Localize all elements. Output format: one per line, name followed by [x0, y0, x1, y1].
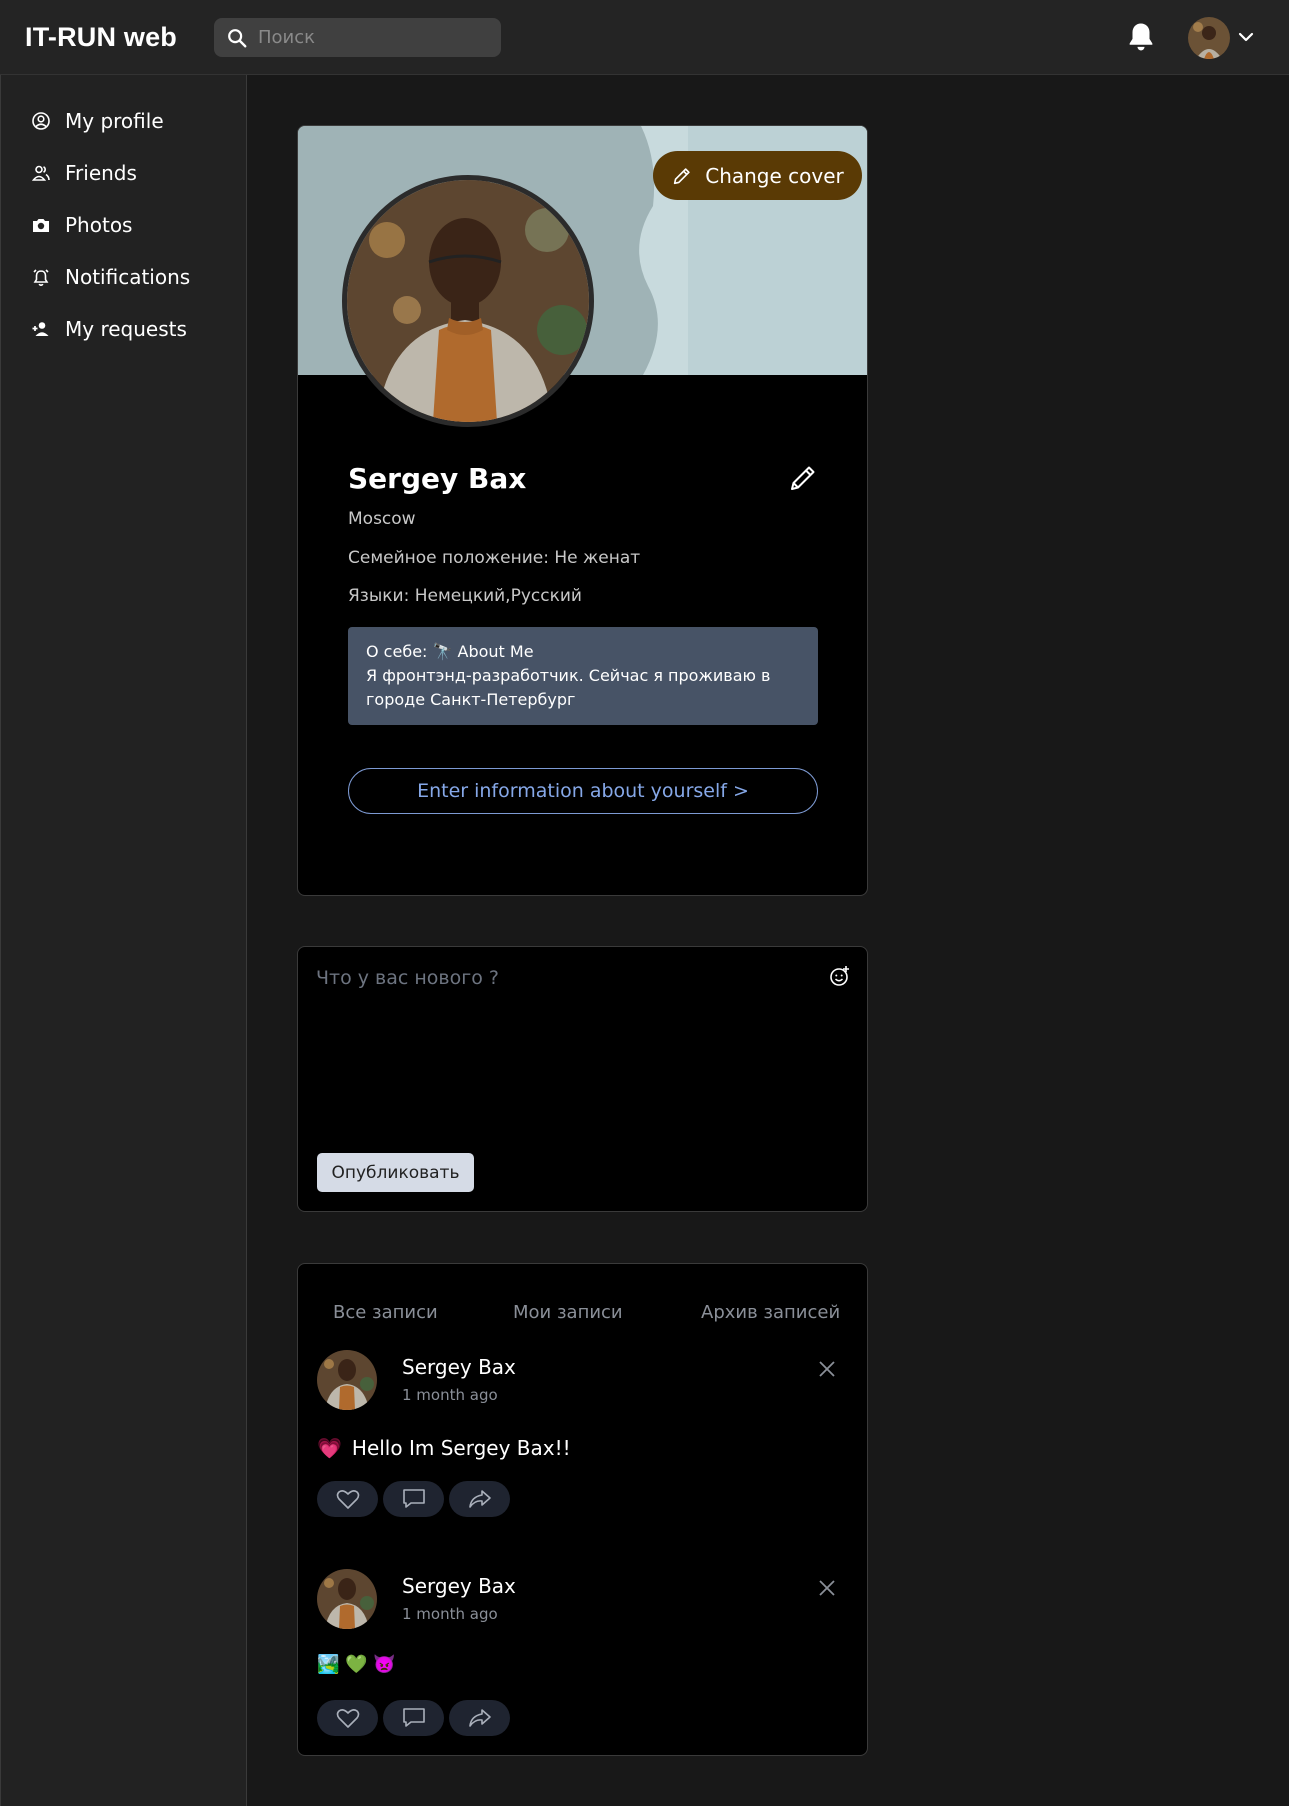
comment-icon: [402, 1708, 425, 1727]
sidebar-item-label: Notifications: [65, 265, 191, 289]
alarm-icon: [33, 269, 49, 286]
post-text: Hello Im Sergey Bax!!: [351, 1436, 571, 1460]
sidebar-item-label: My profile: [65, 109, 164, 133]
chevron-down-icon[interactable]: [1236, 27, 1256, 47]
sidebar-item-photos[interactable]: Photos: [31, 210, 132, 240]
app-logo[interactable]: IT-RUN web: [25, 22, 177, 53]
post-author-name[interactable]: Sergey Bax: [402, 1574, 516, 1598]
profile-languages: Языки: Немецкий,Русский: [348, 586, 582, 606]
post-content: 🏞️ 💚 👿: [317, 1654, 396, 1675]
profile-name: Sergey Bax: [348, 462, 527, 495]
search-icon: [228, 28, 247, 47]
comment-button[interactable]: [383, 1481, 444, 1517]
close-icon[interactable]: [817, 1359, 837, 1379]
sidebar-item-notifications[interactable]: Notifications: [31, 262, 190, 292]
about-box: О себе: 🔭 About Me Я фронтэнд-разработчи…: [348, 627, 818, 725]
profile-avatar[interactable]: [342, 175, 594, 427]
post-emoji: 💗: [317, 1436, 342, 1460]
emoji-add-icon[interactable]: [829, 965, 851, 987]
profile-card: Change cover Sergey Bax Moscow Семейное …: [297, 125, 868, 896]
sidebar: My profile Friends Photos Notifications: [0, 75, 247, 1806]
heart-icon: [336, 1490, 359, 1509]
enter-info-button[interactable]: Enter information about yourself >: [348, 768, 818, 814]
camera-icon: [33, 219, 49, 232]
share-icon: [468, 1490, 491, 1508]
user-circle-icon: [32, 112, 50, 130]
posts-feed: Все записи Мои записи Архив записей Serg…: [297, 1263, 868, 1756]
profile-city: Moscow: [348, 509, 416, 529]
sidebar-item-my-profile[interactable]: My profile: [31, 106, 164, 136]
post-timestamp: 1 month ago: [402, 1605, 498, 1623]
edit-pencil-icon[interactable]: [787, 462, 819, 494]
profile-marital-status: Семейное положение: Не женат: [348, 548, 641, 568]
post-emoji: 🏞️ 💚 👿: [317, 1654, 396, 1675]
heart-icon: [336, 1709, 359, 1728]
sidebar-item-label: My requests: [65, 317, 187, 341]
post-author-avatar[interactable]: [317, 1569, 377, 1629]
sidebar-item-label: Friends: [65, 161, 137, 185]
comment-button[interactable]: [383, 1700, 444, 1736]
tab-my-posts[interactable]: Мои записи: [513, 1302, 623, 1323]
like-button[interactable]: [317, 1700, 378, 1736]
comment-icon: [402, 1489, 425, 1508]
post-timestamp: 1 month ago: [402, 1386, 498, 1404]
change-cover-button[interactable]: Change cover: [653, 151, 862, 200]
like-button[interactable]: [317, 1481, 378, 1517]
post-content: 💗 Hello Im Sergey Bax!!: [317, 1436, 571, 1460]
post-composer[interactable]: Что у вас нового ? Опубликовать: [297, 946, 868, 1212]
search-box[interactable]: [214, 18, 501, 57]
about-title: О себе: 🔭 About Me: [366, 642, 534, 661]
share-icon: [468, 1709, 491, 1727]
sidebar-item-my-requests[interactable]: My requests: [31, 314, 187, 344]
search-input[interactable]: [258, 27, 488, 48]
close-icon[interactable]: [817, 1578, 837, 1598]
bell-icon[interactable]: [1124, 19, 1158, 55]
header-avatar[interactable]: [1188, 17, 1230, 59]
share-button[interactable]: [449, 1481, 510, 1517]
tab-all-posts[interactable]: Все записи: [333, 1302, 438, 1323]
post-author-name[interactable]: Sergey Bax: [402, 1355, 516, 1379]
change-cover-label: Change cover: [705, 163, 844, 188]
post-author-avatar[interactable]: [317, 1350, 377, 1410]
sidebar-item-label: Photos: [65, 213, 133, 237]
publish-button[interactable]: Опубликовать: [317, 1153, 474, 1192]
pencil-icon: [674, 167, 690, 184]
post-input-placeholder[interactable]: Что у вас нового ?: [316, 967, 499, 989]
tab-archive[interactable]: Архив записей: [701, 1302, 840, 1323]
share-button[interactable]: [449, 1700, 510, 1736]
top-header: IT-RUN web: [0, 0, 1289, 75]
about-text: Я фронтэнд-разработчик. Сейчас я прожива…: [366, 666, 771, 709]
user-plus-icon: [32, 322, 49, 336]
sidebar-item-friends[interactable]: Friends: [31, 158, 137, 188]
users-icon: [31, 165, 50, 181]
